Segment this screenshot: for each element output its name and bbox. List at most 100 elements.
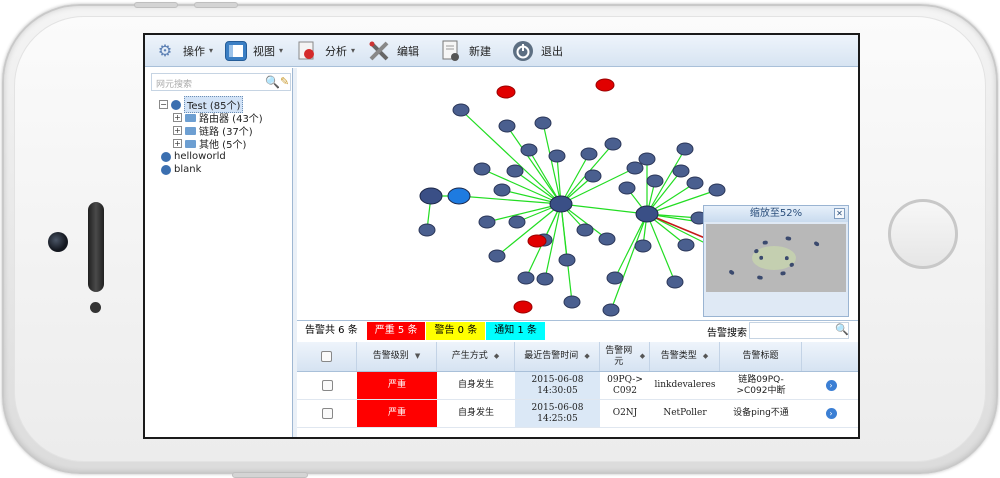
column-header[interactable]: 告警标题 [720,342,802,371]
router-node[interactable] [598,232,616,246]
folder-icon [185,126,196,135]
router-node[interactable] [676,142,694,156]
router-node[interactable] [493,183,511,197]
alarm-node[interactable] [513,300,533,314]
tree-node-helloworld[interactable]: helloworld [159,150,263,163]
pencil-icon[interactable]: ✎ [280,75,289,88]
expand-toggle-icon[interactable]: + [173,126,182,135]
router-node[interactable] [520,143,538,157]
toolbar-new-button[interactable]: 新建 [433,35,497,67]
selected-router-node[interactable] [447,187,471,205]
folder-icon [185,113,196,122]
router-node[interactable] [452,103,470,117]
row-select-cell[interactable] [297,372,357,399]
router-node[interactable] [618,181,636,195]
toolbar-view-menu[interactable]: 视图 ▾ [219,35,289,67]
router-node[interactable] [536,272,554,286]
alarm-node[interactable] [496,85,516,99]
router-node[interactable] [606,271,624,285]
sort-icon[interactable]: ◆ [640,351,645,362]
router-node[interactable] [419,187,443,205]
router-node[interactable] [602,303,620,317]
column-header[interactable]: 告警类型 ◆ [650,342,720,371]
sort-icon[interactable]: ◆ [703,351,708,362]
row-select-cell[interactable] [297,400,357,427]
router-node[interactable] [677,238,695,252]
hub-router-node[interactable] [549,195,573,213]
hub-router-node[interactable] [635,205,659,223]
home-button[interactable] [888,199,958,269]
close-icon[interactable]: ✕ [834,208,845,219]
sort-icon[interactable]: ◆ [584,351,589,362]
tree-node-others[interactable]: + 其他 (5个) [159,137,263,151]
details-icon[interactable]: › [825,408,837,419]
router-node[interactable] [646,174,664,188]
proximity-sensor [90,302,101,313]
sort-icon[interactable]: ◆ [494,351,499,362]
router-node[interactable] [634,239,652,253]
router-node[interactable] [558,253,576,267]
action-cell[interactable]: › [802,400,858,427]
router-node[interactable] [488,249,506,263]
alarm-warning-chip[interactable]: 警告 0 条 [426,321,486,340]
search-icon[interactable]: 🔍 [265,75,280,89]
column-header[interactable]: 产生方式 ◆ [437,342,515,371]
router-node[interactable] [506,164,524,178]
details-icon[interactable]: › [825,380,837,391]
table-row[interactable]: 严重 自身发生 2015-06-08 14:25:05 O2NJ NetPoll… [297,400,858,428]
router-node[interactable] [563,295,581,309]
router-nodes[interactable] [418,103,736,317]
router-node[interactable] [686,176,704,190]
tree-node-blank[interactable]: blank [159,163,263,176]
router-node[interactable] [580,147,598,161]
row-checkbox[interactable] [321,380,333,391]
toolbar-exit-button[interactable]: 退出 [505,35,569,67]
alarm-search-input[interactable] [749,322,849,339]
alarm-notice-chip[interactable]: 通知 1 条 [486,321,545,340]
router-node[interactable] [517,271,535,285]
column-header[interactable]: 告警级别 ▼ [357,342,437,371]
alarm-critical-chip[interactable]: 严重 5 条 [366,321,426,340]
router-node[interactable] [498,119,516,133]
overview-minimap[interactable] [706,224,846,292]
collapse-toggle-icon[interactable]: − [159,100,168,109]
sort-icon[interactable]: ▼ [415,351,420,362]
toolbar-operate-menu[interactable]: ⚙ 操作 ▾ [145,35,219,67]
toolbar-edit-label: 编辑 [397,44,420,58]
router-node[interactable] [548,149,566,163]
volume-up-button[interactable] [134,2,178,8]
select-all-cell[interactable] [297,342,357,371]
column-header[interactable]: 告警网元 ◆ [600,342,650,371]
router-node[interactable] [418,223,436,237]
router-node[interactable] [584,169,602,183]
toolbar-analysis-menu[interactable]: 分析 ▾ [289,35,361,67]
row-checkbox[interactable] [321,408,333,419]
router-node[interactable] [534,116,552,130]
alarm-total: 告警共 6 条 [297,321,366,340]
action-cell[interactable]: › [802,372,858,399]
column-header[interactable]: 最近告警时间 ◆ [515,342,600,371]
router-node[interactable] [508,215,526,229]
power-side-button[interactable] [232,472,308,478]
toolbar-edit-button[interactable]: 编辑 [361,35,425,67]
router-node[interactable] [708,183,726,197]
volume-down-button[interactable] [194,2,238,8]
router-node[interactable] [576,223,594,237]
router-node[interactable] [473,162,491,176]
column-header-label: 告警网元 [605,345,633,367]
router-node[interactable] [626,161,644,175]
router-node[interactable] [604,137,622,151]
router-node[interactable] [672,164,690,178]
router-node[interactable] [638,152,656,166]
topology-canvas[interactable]: 缩放至52% ✕ [297,68,858,317]
alarm-node[interactable] [527,234,547,248]
expand-toggle-icon[interactable]: + [173,113,182,122]
expand-toggle-icon[interactable]: + [173,139,182,148]
table-row[interactable]: 严重 自身发生 2015-06-08 14:30:05 09PQ->C092 l… [297,372,858,400]
select-all-checkbox[interactable] [321,351,332,362]
overview-window[interactable]: 缩放至52% ✕ [703,205,849,317]
router-node[interactable] [666,275,684,289]
alarm-node[interactable] [595,78,615,92]
router-node[interactable] [478,215,496,229]
search-icon[interactable]: 🔍 [835,323,849,336]
